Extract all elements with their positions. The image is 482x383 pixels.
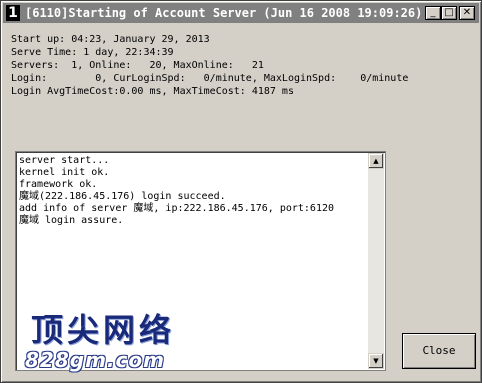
stat-serve-time: Serve Time: 1 day, 22:34:39 (11, 47, 174, 58)
watermark-chinese-text: 顶尖网络 (31, 311, 176, 349)
window-title: [6110]Starting of Account Server (Jun 16… (25, 6, 423, 20)
log-line: add info of server 魔域, ip:222.186.45.176… (19, 203, 335, 214)
minimize-button[interactable]: _ (425, 6, 441, 20)
stat-servers-online: Servers: 1, Online: 20, MaxOnline: 21 (11, 60, 264, 71)
log-scrollbar[interactable]: ▲ ▼ (368, 153, 384, 369)
server-stats-panel: Start up: 04:23, January 29, 2013 Serve … (11, 33, 476, 98)
server-window: 1 [6110]Starting of Account Server (Jun … (0, 0, 482, 383)
stat-login-timecost: Login AvgTimeCost:0.00 ms, MaxTimeCost: … (11, 86, 294, 97)
app-icon: 1 (6, 5, 20, 21)
close-window-button[interactable]: ✕ (459, 6, 475, 20)
scroll-up-button[interactable]: ▲ (368, 153, 384, 169)
maximize-button[interactable]: □ (441, 6, 457, 20)
stat-start-up: Start up: 04:23, January 29, 2013 (11, 34, 210, 45)
stat-login-speed: Login: 0, CurLoginSpd: 0/minute, MaxLogi… (11, 73, 409, 84)
watermark-logo: 顶尖网络 828gm.com (23, 311, 243, 373)
scroll-down-button[interactable]: ▼ (368, 353, 384, 369)
title-bar[interactable]: 1 [6110]Starting of Account Server (Jun … (3, 3, 479, 23)
log-line: 魔域(222.186.45.176) login succeed. (19, 191, 226, 202)
log-line: server start... (19, 155, 110, 166)
close-button[interactable]: Close (402, 333, 476, 369)
log-line: kernel init ok. (19, 167, 110, 178)
log-line: 魔域 login assure. (19, 215, 124, 226)
watermark-url-text: 828gm.com (25, 348, 165, 372)
log-line: framework ok. (19, 179, 98, 190)
log-lines: server start... kernel init ok. framewor… (19, 155, 367, 227)
